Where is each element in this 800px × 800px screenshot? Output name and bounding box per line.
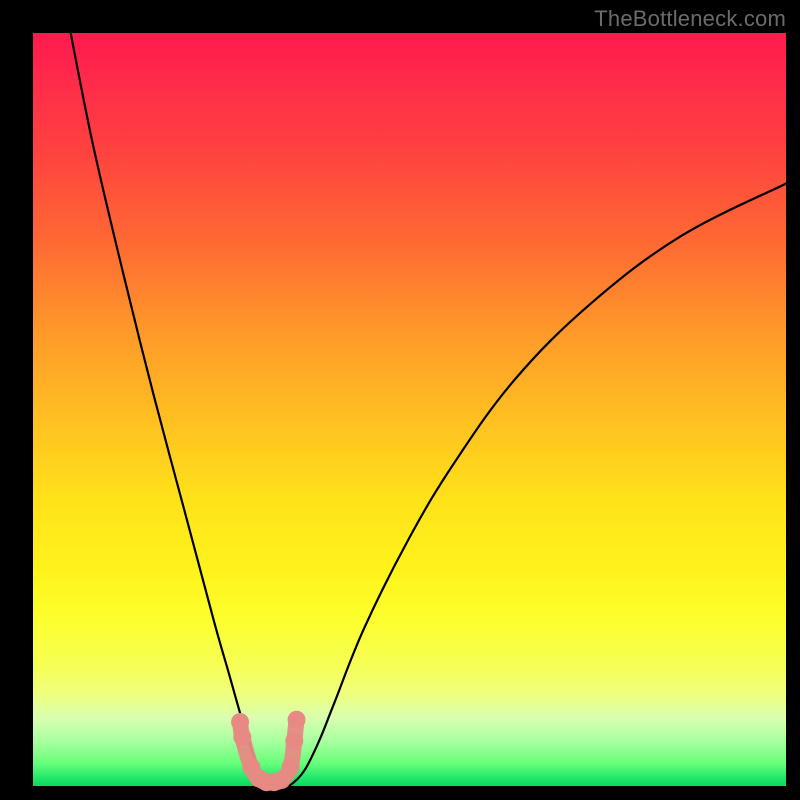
marker-dot bbox=[233, 728, 251, 746]
bottleneck-curve-path bbox=[71, 33, 786, 787]
marker-dot bbox=[231, 713, 249, 731]
curve-layer bbox=[33, 33, 786, 786]
bottleneck-curve bbox=[71, 33, 786, 787]
highlight-markers bbox=[231, 711, 305, 791]
watermark-text: TheBottleneck.com bbox=[594, 6, 786, 32]
chart-stage: TheBottleneck.com bbox=[0, 0, 800, 800]
plot-area bbox=[33, 33, 786, 786]
marker-dot bbox=[282, 758, 300, 776]
marker-dot bbox=[285, 732, 303, 750]
marker-dot bbox=[288, 711, 306, 729]
